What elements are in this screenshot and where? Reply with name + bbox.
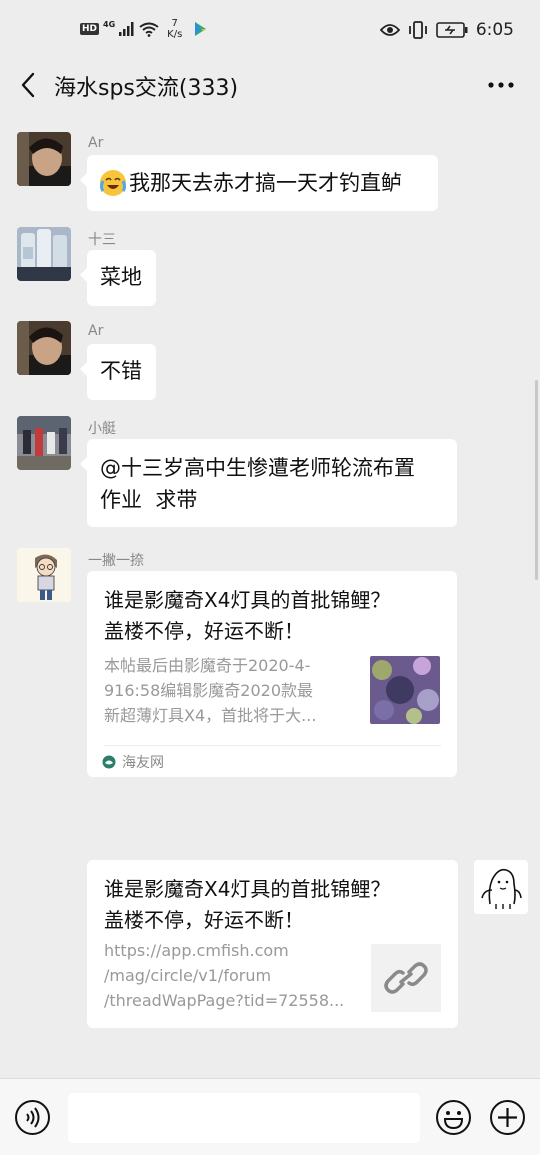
avatar-photo-icon [17, 132, 71, 186]
back-arrow-icon[interactable] [18, 72, 42, 98]
scroll-indicator[interactable] [535, 380, 538, 580]
card-title: 谁是影魔奇X4灯具的首批锦鲤？ 盖楼不停，好运不断！ [104, 585, 444, 647]
card-url-line: /mag/circle/v1/forum [104, 966, 272, 985]
input-bar [0, 1078, 540, 1155]
avatar-photo-icon [17, 416, 71, 470]
wifi-icon [139, 22, 159, 37]
network-label: 4G [103, 19, 116, 29]
avatar-cartoon-icon [17, 548, 71, 602]
avatar-yipieyina[interactable] [17, 548, 71, 602]
card-desc-line: 本帖最后由影魔奇于2020-4- [104, 656, 311, 675]
haiyou-logo-icon [102, 755, 116, 769]
chat-header: 海水sps交流(333) [0, 60, 540, 110]
message-text-line: @十三岁高中生惨遭老师轮流布置 [100, 456, 415, 480]
own-link-card[interactable]: 谁是影魔奇X4灯具的首批锦鲤？ 盖楼不停，好运不断！ https://app.c… [87, 860, 458, 1028]
message-text: 我那天去赤才搞一天才钓直鲈 [129, 171, 402, 195]
message-text: 菜地 [100, 265, 142, 289]
vibrate-icon [408, 21, 427, 39]
card-url: https://app.cmfish.com /mag/circle/v1/fo… [104, 938, 364, 1013]
sender-name: 一撇一捺 [88, 553, 144, 569]
card-url-line: https://app.cmfish.com [104, 941, 289, 960]
battery-icon [436, 22, 468, 38]
plus-icon[interactable] [489, 1099, 526, 1136]
avatar-ar[interactable] [17, 132, 71, 186]
more-options-icon[interactable] [486, 72, 516, 98]
avatar-ghost-icon [474, 860, 528, 914]
card-source: 海友网 [102, 752, 164, 772]
link-chain-icon [371, 944, 441, 1012]
card-desc-line: 916:58编辑影魔奇2020款最 [104, 681, 314, 700]
message-bubble[interactable]: @十三岁高中生惨遭老师轮流布置 作业 求带 [80, 439, 457, 527]
eye-icon [379, 24, 400, 36]
card-thumbnail [370, 656, 440, 724]
status-bar: HD 4G 7 K/s 6:05 [0, 0, 540, 60]
card-url-line: /threadWapPage?tid=72558... [104, 991, 345, 1010]
avatar-ar[interactable] [17, 321, 71, 375]
card-title-line: 谁是影魔奇X4灯具的首批锦鲤？ [104, 588, 391, 612]
message-text-line: 作业 求带 [100, 488, 198, 512]
avatar-shisan[interactable] [17, 227, 71, 281]
avatar-photo-icon [17, 227, 71, 281]
card-title: 谁是影魔奇X4灯具的首批锦鲤？ 盖楼不停，好运不断！ [104, 874, 444, 936]
avatar-xiaoting[interactable] [17, 416, 71, 470]
card-description: 本帖最后由影魔奇于2020-4- 916:58编辑影魔奇2020款最 新超薄灯具… [104, 653, 359, 728]
speed-unit: K/s [167, 29, 183, 40]
card-divider [104, 745, 441, 746]
source-name: 海友网 [122, 755, 164, 771]
card-title-line: 盖楼不停，好运不断！ [104, 619, 304, 643]
status-right: 6:05 [379, 20, 514, 40]
cry-laugh-emoji-icon [99, 169, 127, 197]
message-text: 不错 [100, 359, 142, 383]
status-left: HD 4G 7 K/s [80, 18, 208, 40]
message-input[interactable] [68, 1093, 420, 1143]
message-bubble[interactable]: 我那天去赤才搞一天才钓直鲈 [80, 155, 438, 211]
coral-thumbnail-icon [370, 656, 440, 724]
card-title-line: 谁是影魔奇X4灯具的首批锦鲤？ [104, 877, 391, 901]
message-bubble[interactable]: 不错 [80, 344, 156, 400]
link-card[interactable]: 谁是影魔奇X4灯具的首批锦鲤？ 盖楼不停，好运不断！ 本帖最后由影魔奇于2020… [87, 571, 457, 777]
card-title-line: 盖楼不停，好运不断！ [104, 908, 304, 932]
card-desc-line: 新超薄灯具X4，首批将于大... [104, 706, 317, 725]
sender-name: 小艇 [88, 421, 116, 437]
play-store-icon [195, 22, 207, 36]
clock: 6:05 [475, 20, 514, 40]
signal-icon [119, 22, 134, 36]
emoji-icon[interactable] [435, 1099, 472, 1136]
sender-name: Ar [88, 323, 104, 339]
avatar-photo-icon [17, 321, 71, 375]
chat-title: 海水sps交流(333) [54, 76, 239, 101]
voice-input-icon[interactable] [14, 1099, 51, 1136]
sender-name: 十三 [88, 232, 116, 248]
link-thumbnail [371, 944, 441, 1012]
speed-value: 7 [171, 18, 178, 29]
message-bubble[interactable]: 菜地 [80, 250, 156, 306]
avatar-self[interactable] [474, 860, 528, 914]
hd-badge: HD [80, 23, 100, 35]
sender-name: Ar [88, 135, 104, 151]
network-speed: 7 K/s [167, 18, 182, 40]
